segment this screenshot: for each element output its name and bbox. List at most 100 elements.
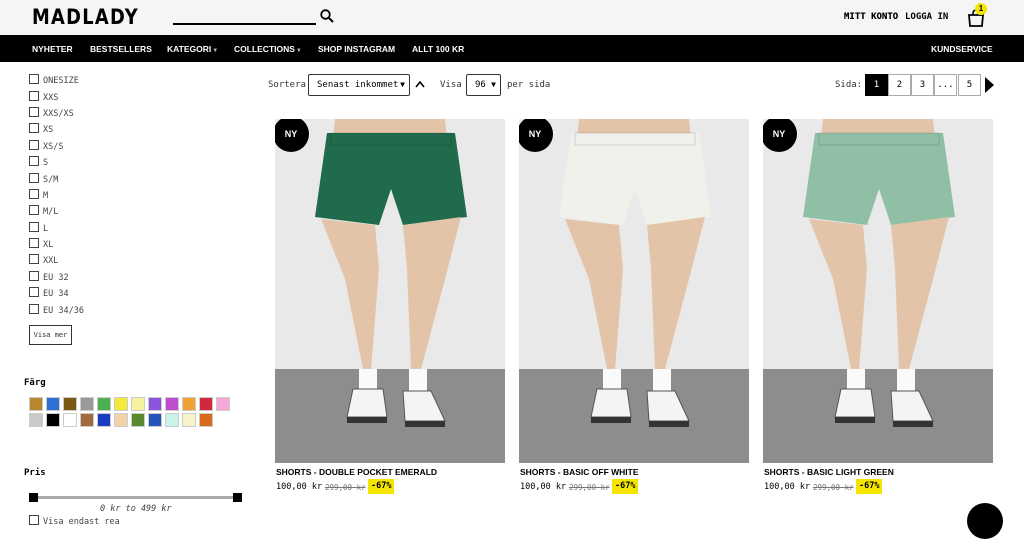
product-image[interactable]: NY: [763, 119, 993, 463]
sort-value: Senast inkommet: [317, 80, 399, 90]
nav-item-kategori[interactable]: KATEGORI▼: [167, 44, 218, 54]
price-slider-track: [33, 496, 237, 499]
checkbox[interactable]: [29, 515, 39, 525]
checkbox[interactable]: [29, 254, 39, 264]
color-swatch[interactable]: [199, 397, 213, 411]
size-option[interactable]: EU 32: [29, 271, 69, 285]
show-more-button[interactable]: Visa mer: [29, 325, 72, 345]
color-swatch[interactable]: [182, 413, 196, 427]
color-swatch[interactable]: [165, 397, 179, 411]
checkbox[interactable]: [29, 271, 39, 281]
logo[interactable]: MADLADY: [32, 5, 139, 29]
top-bar: MADLADY MITT KONTO MITT KONTO LOGGA IN 1: [0, 0, 1024, 35]
color-swatch[interactable]: [148, 413, 162, 427]
size-option[interactable]: XS: [29, 123, 53, 137]
search-input[interactable]: [173, 23, 316, 25]
color-swatch[interactable]: [165, 413, 179, 427]
color-swatch[interactable]: [80, 397, 94, 411]
color-swatch[interactable]: [148, 397, 162, 411]
size-option[interactable]: XL: [29, 238, 53, 252]
page-ellipsis: ...: [934, 74, 957, 96]
color-swatch[interactable]: [46, 413, 60, 427]
next-page-icon[interactable]: [985, 77, 994, 93]
color-swatch[interactable]: [131, 413, 145, 427]
product-old-price: 299,00 kr: [325, 483, 366, 492]
color-swatch[interactable]: [80, 413, 94, 427]
color-swatch[interactable]: [131, 397, 145, 411]
checkbox[interactable]: [29, 189, 39, 199]
size-option[interactable]: M/L: [29, 205, 58, 219]
size-option[interactable]: S/M: [29, 173, 58, 187]
nav-item-nyheter[interactable]: NYHETER: [32, 44, 73, 54]
size-option[interactable]: XXS/XS: [29, 107, 74, 121]
size-option[interactable]: XXL: [29, 254, 58, 268]
per-page-select[interactable]: 96 ▼: [466, 74, 501, 96]
size-option[interactable]: M: [29, 189, 48, 203]
size-option-label: M/L: [43, 207, 59, 217]
price-slider-max-handle[interactable]: [233, 493, 242, 502]
size-option[interactable]: EU 34: [29, 287, 69, 301]
product-name[interactable]: SHORTS - BASIC OFF WHITE: [520, 467, 639, 477]
size-option[interactable]: XS/S: [29, 140, 63, 154]
size-option[interactable]: ONESIZE: [29, 74, 79, 88]
checkbox[interactable]: [29, 74, 39, 84]
nav-item-kundservice[interactable]: KUNDSERVICE: [931, 44, 993, 54]
checkbox[interactable]: [29, 287, 39, 297]
color-swatch[interactable]: [114, 397, 128, 411]
sort-direction-icon[interactable]: [415, 80, 425, 88]
search-icon[interactable]: [320, 9, 334, 23]
size-option[interactable]: XXS: [29, 91, 58, 105]
product-image[interactable]: NY: [519, 119, 749, 463]
login-link[interactable]: LOGGA IN: [905, 12, 948, 22]
color-swatch[interactable]: [29, 413, 43, 427]
checkbox[interactable]: [29, 123, 39, 133]
color-swatch[interactable]: [29, 397, 43, 411]
color-swatch[interactable]: [182, 397, 196, 411]
sale-only-label: Visa endast rea: [43, 517, 120, 527]
nav-item-collections[interactable]: COLLECTIONS▼: [234, 44, 302, 54]
checkbox[interactable]: [29, 140, 39, 150]
product-card[interactable]: NY SHORTS - BASIC LIGHT GREEN 100,00 kr 299…: [763, 119, 993, 499]
product-card[interactable]: NY SHORTS - DOUBLE POCKET EMERALD 100,00 k…: [275, 119, 505, 499]
color-swatch[interactable]: [63, 413, 77, 427]
nav-item-allt-100[interactable]: ALLT 100 KR: [412, 44, 464, 54]
nav-item-shop-instagram[interactable]: SHOP INSTAGRAM: [318, 44, 395, 54]
my-account-link[interactable]: MITT KONTO: [844, 12, 898, 22]
chat-button[interactable]: [967, 503, 1003, 539]
nav-item-bestsellers[interactable]: BESTSELLERS: [90, 44, 152, 54]
sort-select[interactable]: Senast inkommet ▼: [308, 74, 410, 96]
page-button-1[interactable]: 1: [865, 74, 888, 96]
checkbox[interactable]: [29, 222, 39, 232]
checkbox[interactable]: [29, 238, 39, 248]
sale-only-checkbox[interactable]: Visa endast rea: [29, 515, 120, 527]
size-option-label: S: [43, 158, 49, 168]
page-button-3[interactable]: 3: [911, 74, 934, 96]
checkbox[interactable]: [29, 173, 39, 183]
page-button-2[interactable]: 2: [888, 74, 911, 96]
checkbox[interactable]: [29, 205, 39, 215]
size-option-label: M: [43, 191, 49, 201]
size-option[interactable]: L: [29, 222, 48, 236]
color-swatch[interactable]: [63, 397, 77, 411]
color-swatch[interactable]: [46, 397, 60, 411]
size-option-label: ONESIZE: [43, 76, 79, 86]
checkbox[interactable]: [29, 156, 39, 166]
color-swatch[interactable]: [114, 413, 128, 427]
page-button-5[interactable]: 5: [958, 74, 981, 96]
checkbox[interactable]: [29, 304, 39, 314]
checkbox[interactable]: [29, 107, 39, 117]
product-name[interactable]: SHORTS - BASIC LIGHT GREEN: [764, 467, 894, 477]
nav-item-label: KATEGORI: [167, 44, 212, 54]
product-card[interactable]: NY SHORTS - BASIC OFF WHITE 100,00 kr 299,0…: [519, 119, 749, 499]
color-swatch[interactable]: [97, 397, 111, 411]
color-swatch[interactable]: [199, 413, 213, 427]
color-swatch[interactable]: [216, 397, 230, 411]
color-swatch[interactable]: [97, 413, 111, 427]
price-range-text: 0 kr to 499 kr: [100, 504, 172, 514]
product-image[interactable]: NY: [275, 119, 505, 463]
size-option[interactable]: S: [29, 156, 48, 170]
product-name[interactable]: SHORTS - DOUBLE POCKET EMERALD: [276, 467, 437, 477]
price-slider-min-handle[interactable]: [29, 493, 38, 502]
checkbox[interactable]: [29, 91, 39, 101]
size-option[interactable]: EU 34/36: [29, 304, 84, 318]
